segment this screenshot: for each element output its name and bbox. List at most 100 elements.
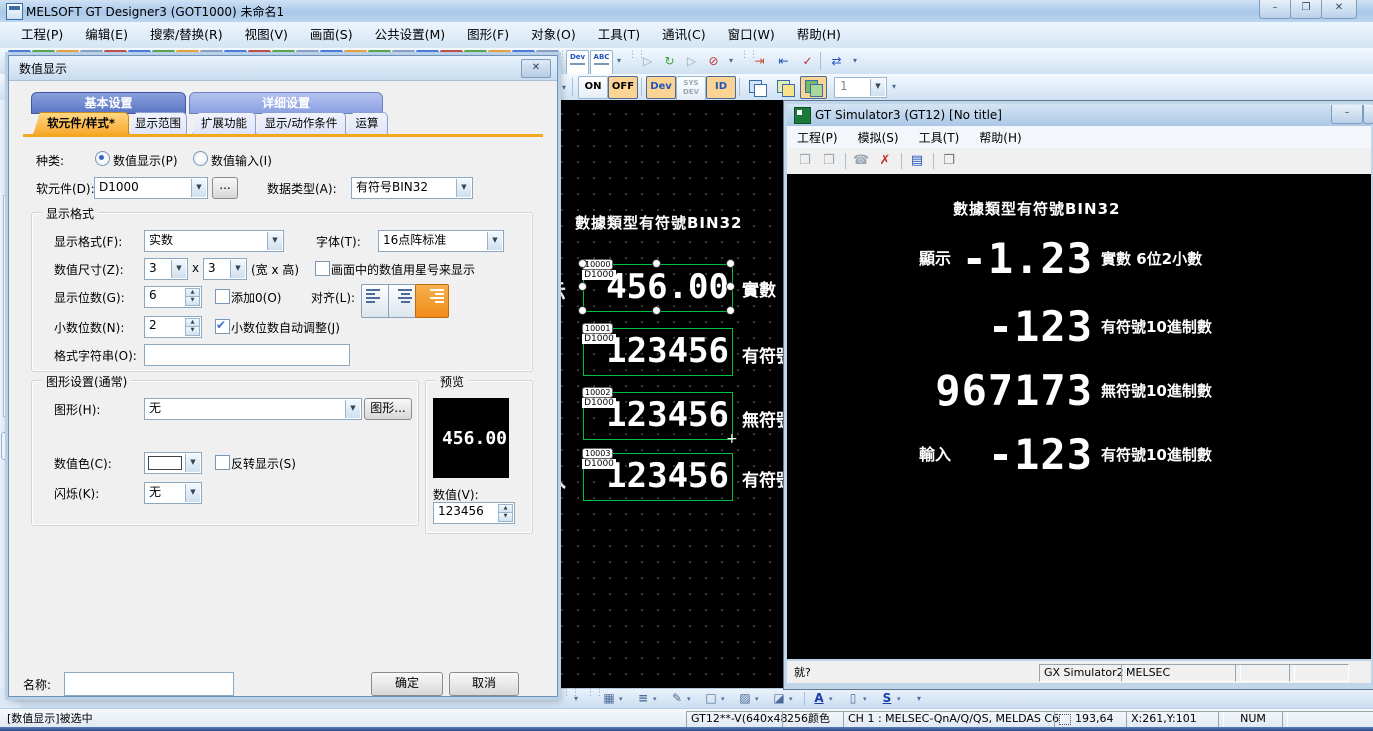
style-s-icon[interactable]: S	[878, 691, 896, 707]
add-zero-label[interactable]: 添加0(O)	[231, 289, 281, 306]
sim-properties-icon[interactable]: ❐	[939, 151, 959, 171]
library-preview-icon[interactable]: ▷	[680, 50, 703, 73]
tab-operation[interactable]: 运算	[346, 112, 388, 135]
menu-view[interactable]: 视图(V)	[234, 22, 299, 48]
menu-screen[interactable]: 画面(S)	[299, 22, 364, 48]
chevron-down-icon[interactable]: ▾	[687, 695, 696, 703]
sim-menu-simulate[interactable]: 模拟(S)	[848, 129, 909, 146]
toolbar-overflow-icon[interactable]: ▾	[570, 692, 582, 706]
read-from-got-icon[interactable]: ⇤	[772, 50, 795, 73]
device-browse-button[interactable]: ...	[212, 177, 238, 199]
value-color-combo[interactable]: ▼	[144, 452, 202, 474]
ok-button[interactable]: 确定	[371, 672, 443, 696]
toolbar-grip[interactable]: ⋮⋮	[586, 691, 591, 707]
chevron-down-icon[interactable]: ▼	[230, 260, 245, 278]
zoom-select[interactable]: 1▼	[834, 77, 887, 98]
toolbar-overflow-icon[interactable]: ▾	[888, 80, 900, 94]
numeric-display-object[interactable]: 123456 10002 D1000	[583, 392, 733, 440]
write-to-got-icon[interactable]: ⇥	[748, 50, 771, 73]
tab-extended[interactable]: 扩展功能	[192, 112, 256, 135]
numeric-display-object[interactable]: 123456 10001 D1000	[583, 328, 733, 376]
chevron-down-icon[interactable]: ▼	[185, 484, 200, 502]
comm-config-icon[interactable]: ⇄	[825, 50, 848, 73]
back-layer-icon[interactable]	[772, 76, 799, 99]
menu-object[interactable]: 对象(O)	[520, 22, 587, 48]
radio-numeric-display[interactable]	[95, 151, 110, 166]
preview-num-spinner[interactable]: 123456 ▲ ▼	[433, 502, 515, 524]
pattern-icon[interactable]: ▨	[736, 691, 754, 707]
mask-asterisk-checkbox[interactable]	[315, 261, 330, 276]
size-height-combo[interactable]: 3 ▼	[203, 258, 247, 280]
chevron-down-icon[interactable]: ▾	[619, 695, 628, 703]
menu-comm[interactable]: 通讯(C)	[651, 22, 716, 48]
sim-menu-tools[interactable]: 工具(T)	[909, 129, 970, 146]
device-on-button[interactable]: ON	[578, 76, 608, 99]
sim-open2-icon[interactable]: ❒	[819, 151, 839, 171]
chevron-down-icon[interactable]: ▼	[456, 179, 471, 197]
blink-combo[interactable]: 无 ▼	[144, 482, 202, 504]
name-input[interactable]	[64, 672, 234, 696]
menu-figure[interactable]: 图形(F)	[456, 22, 520, 48]
toolbar-overflow-icon[interactable]: ▾	[613, 54, 625, 68]
datatype-combo[interactable]: 有符号BIN32 ▼	[351, 177, 473, 199]
format-string-input[interactable]	[144, 344, 350, 366]
label-grid-icon[interactable]: ABC	[590, 50, 613, 75]
chevron-down-icon[interactable]: ▾	[789, 695, 798, 703]
object-id-button[interactable]: ID	[706, 76, 736, 99]
text-color-icon[interactable]: A	[810, 691, 828, 707]
tab-condition[interactable]: 显示/动作条件	[256, 112, 346, 135]
selection-handle[interactable]	[578, 282, 587, 291]
dialog-titlebar[interactable]: 数值显示 ✕	[9, 56, 557, 81]
size-width-combo[interactable]: 3 ▼	[144, 258, 188, 280]
numeric-display-object[interactable]: 456.00 10000 D1000	[583, 264, 733, 312]
spin-down-icon[interactable]: ▼	[498, 512, 513, 522]
chevron-down-icon[interactable]: ▼	[185, 454, 200, 472]
shape-browse-button[interactable]: 图形...	[364, 398, 412, 420]
line-color-icon[interactable]: ✎	[668, 691, 686, 707]
chevron-down-icon[interactable]: ▼	[487, 232, 502, 250]
chevron-down-icon[interactable]: ▾	[755, 695, 764, 703]
sim-menu-project[interactable]: 工程(P)	[787, 129, 848, 146]
disable-option-icon[interactable]: ⊘	[702, 50, 725, 73]
toolbar-overflow-icon[interactable]: ▾	[849, 54, 861, 68]
chevron-down-icon[interactable]: ▾	[721, 695, 730, 703]
tab-device-style[interactable]: 软元件/样式*	[33, 112, 129, 135]
menu-help[interactable]: 帮助(H)	[786, 22, 852, 48]
sim-open-icon[interactable]: ❒	[795, 151, 815, 171]
simulator-restore-button[interactable]: ❐	[1363, 105, 1373, 124]
device-grid-icon[interactable]: Dev	[566, 50, 589, 75]
sim-device-list-icon[interactable]: ▤	[907, 151, 927, 171]
dot-grid-style-icon[interactable]: ▦	[600, 691, 618, 707]
sim-value-row[interactable]: 輸入 -123 有符號10進制數	[787, 430, 1371, 480]
selection-handle[interactable]	[652, 306, 661, 315]
menu-project[interactable]: 工程(P)	[10, 22, 74, 48]
menu-common[interactable]: 公共设置(M)	[364, 22, 457, 48]
shape-style-icon[interactable]: □	[702, 691, 720, 707]
fill-color-icon[interactable]: ◪	[770, 691, 788, 707]
device-display-button[interactable]: Dev	[646, 76, 676, 99]
restore-button[interactable]: ❐	[1290, 0, 1322, 19]
selection-handle[interactable]	[726, 306, 735, 315]
screen-preview-icon[interactable]: ▷	[636, 50, 659, 73]
chevron-down-icon[interactable]: ▼	[191, 179, 206, 197]
dialog-close-icon[interactable]: ✕	[521, 59, 551, 78]
selection-handle[interactable]	[578, 306, 587, 315]
chevron-down-icon[interactable]: ▼	[267, 232, 282, 250]
combo-remnant-icon[interactable]: ▾	[558, 81, 570, 95]
figure-style-icon[interactable]: ▯	[844, 691, 862, 707]
reverse-display-label[interactable]: 反转显示(S)	[231, 455, 296, 472]
auto-adjust-label[interactable]: 小数位数自动调整(J)	[231, 319, 340, 336]
toolbar-grip[interactable]: ⋮⋮	[740, 53, 745, 69]
front-layer-icon[interactable]	[744, 76, 771, 99]
menu-search[interactable]: 搜索/替换(R)	[139, 22, 234, 48]
tab-display-range[interactable]: 显示范围	[129, 112, 187, 135]
chevron-down-icon[interactable]: ▼	[171, 260, 186, 278]
radio-numeric-input-label[interactable]: 数值输入(I)	[211, 152, 272, 169]
sim-connect-icon[interactable]: ☎	[851, 151, 871, 171]
toolbar-overflow-icon[interactable]: ▾	[725, 54, 737, 68]
cancel-button[interactable]: 取消	[449, 672, 519, 696]
device-off-button[interactable]: OFF	[608, 76, 638, 99]
toolbar-overflow-icon[interactable]: ▾	[913, 692, 925, 706]
add-zero-checkbox[interactable]	[215, 289, 230, 304]
minimize-button[interactable]: –	[1259, 0, 1291, 19]
